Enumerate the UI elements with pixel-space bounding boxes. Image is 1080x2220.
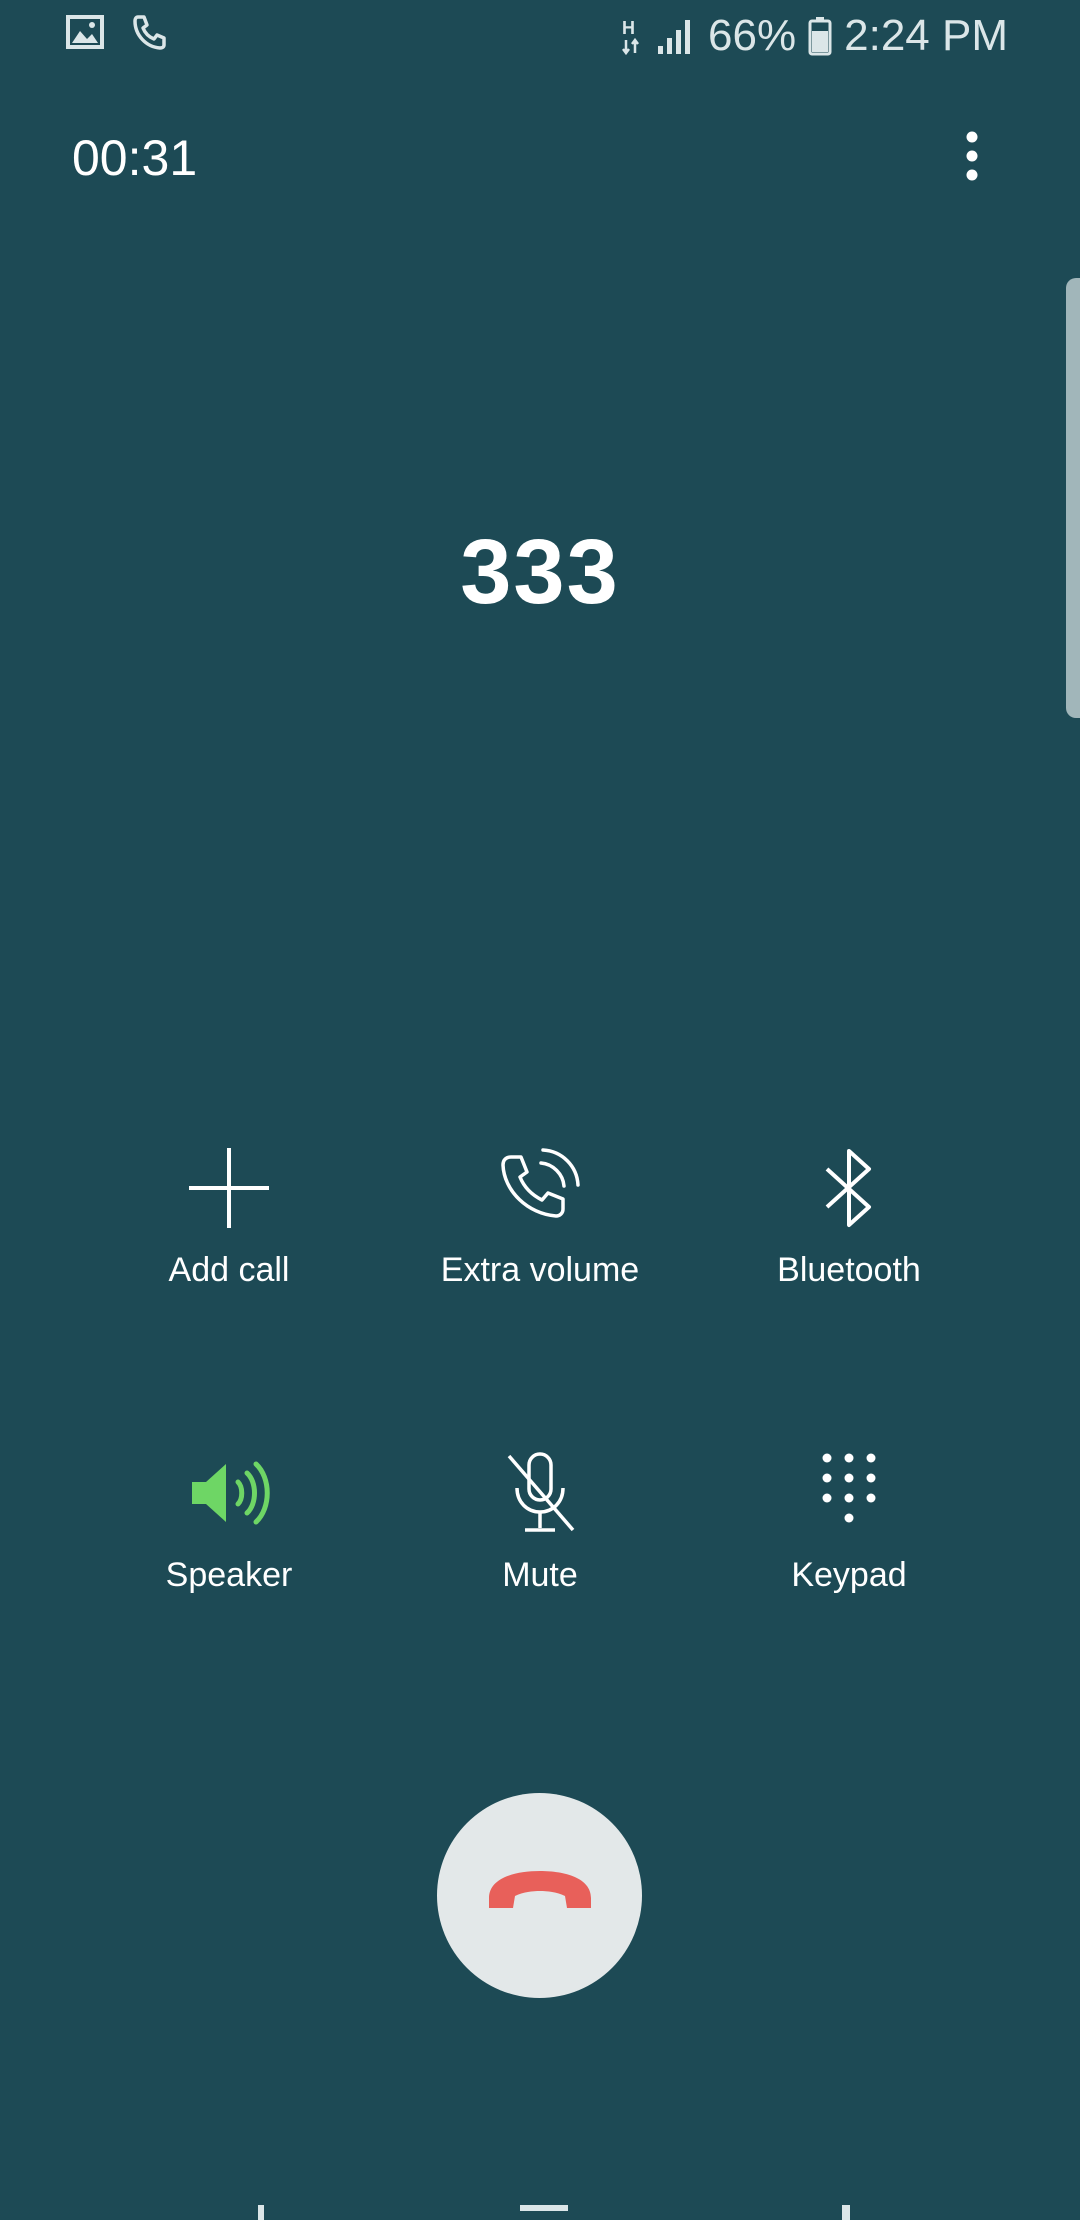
add-call-label: Add call — [168, 1251, 290, 1289]
bluetooth-icon — [694, 1140, 1004, 1236]
mute-label: Mute — [502, 1556, 578, 1594]
status-bar-notifications — [66, 14, 166, 50]
more-options-button[interactable] — [952, 128, 992, 188]
back-icon[interactable] — [842, 2205, 850, 2220]
recent-apps-icon[interactable] — [258, 2205, 264, 2220]
caller-number: 333 — [460, 521, 620, 623]
edge-panel-handle[interactable] — [1066, 278, 1080, 718]
battery-icon — [808, 16, 832, 56]
speaker-icon — [74, 1445, 384, 1541]
plus-icon — [74, 1140, 384, 1236]
signal-icon — [656, 16, 696, 56]
image-icon — [66, 15, 104, 49]
extra-volume-button[interactable]: Extra volume — [385, 1140, 695, 1292]
keypad-button[interactable]: Keypad — [694, 1445, 1004, 1597]
extra-volume-label: Extra volume — [440, 1251, 640, 1289]
status-bar-system: H 66% 2:24 PM — [618, 8, 1008, 64]
bluetooth-button[interactable]: Bluetooth — [694, 1140, 1004, 1292]
battery-percentage: 66% — [708, 11, 797, 60]
bluetooth-label: Bluetooth — [777, 1251, 921, 1289]
svg-text:H: H — [622, 18, 635, 38]
mute-icon — [385, 1445, 695, 1541]
status-time: 2:24 PM — [844, 11, 1008, 60]
extra-volume-icon — [385, 1140, 695, 1236]
speaker-button[interactable]: Speaker — [74, 1445, 384, 1597]
end-call-icon — [485, 1868, 595, 1923]
phone-icon — [132, 14, 166, 50]
speaker-label: Speaker — [165, 1556, 293, 1594]
network-type-icon: H — [618, 16, 644, 56]
call-duration: 00:31 — [72, 130, 198, 186]
end-call-button[interactable] — [437, 1793, 642, 1998]
keypad-label: Keypad — [791, 1556, 907, 1594]
navigation-bar — [0, 2205, 1080, 2220]
home-icon[interactable] — [520, 2205, 568, 2211]
mute-button[interactable]: Mute — [385, 1445, 695, 1597]
keypad-icon — [694, 1445, 1004, 1541]
add-call-button[interactable]: Add call — [74, 1140, 384, 1292]
status-bar: H 66% 2:24 PM — [0, 0, 1080, 72]
in-call-screen: H 66% 2:24 PM 00:31 333 Add call Extra v… — [0, 0, 1080, 2220]
more-vert-icon — [965, 130, 979, 187]
